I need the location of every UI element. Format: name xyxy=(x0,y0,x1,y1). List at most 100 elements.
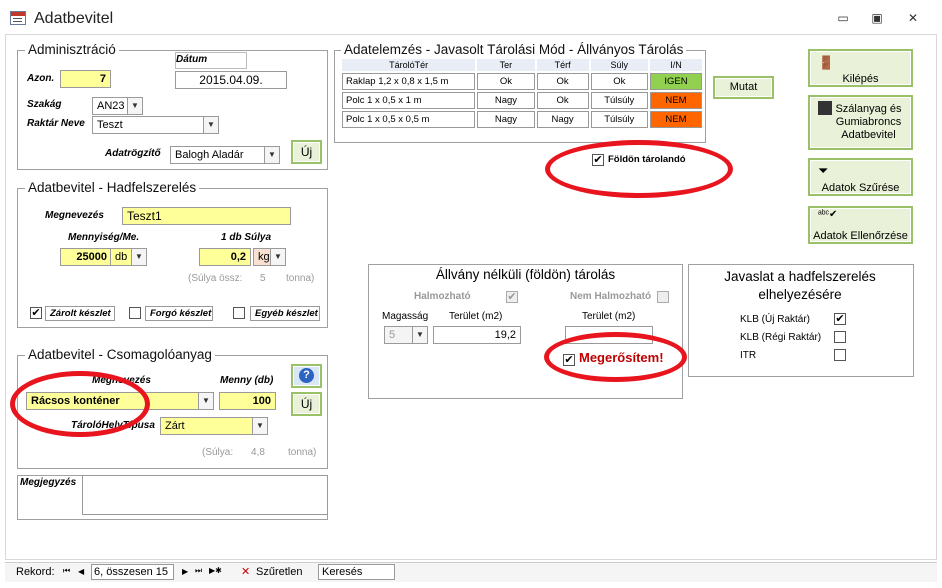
chevron-down-icon[interactable]: ▼ xyxy=(131,249,146,265)
ellenorzes-button[interactable]: ᵃᵇᶜ✔ Adatok Ellenőrzése xyxy=(808,206,913,244)
tarolohely-value: Zárt xyxy=(165,420,185,432)
table-header-cell: I/N xyxy=(649,59,702,71)
chevron-down-icon[interactable]: ▼ xyxy=(412,327,427,343)
terulet2-label: Terület (m2) xyxy=(582,311,636,322)
window-title: Adatbevitel xyxy=(34,10,114,27)
mutat-button[interactable]: Mutat xyxy=(713,76,774,99)
table-header-cell: Térf xyxy=(536,59,589,71)
suly-ossz-label: (Súlya össz: xyxy=(188,273,243,284)
search-input[interactable]: Keresés xyxy=(318,564,395,580)
zarolt-label: Zárolt készlet xyxy=(45,306,115,321)
terulet1-label: Terület (m2) xyxy=(449,311,503,322)
szalanyag-label: Szálanyag és Gumiabroncs Adatbevitel xyxy=(835,103,902,141)
table-cell: Nagy xyxy=(477,111,535,128)
kilepes-button[interactable]: 🚪 Kilépés xyxy=(808,49,913,87)
table-cell: Túlsúly xyxy=(590,111,648,128)
javaslat-checkbox[interactable] xyxy=(834,349,846,361)
table-row: Polc 1 x 0,5 x 0,5 m Nagy Nagy Túlsúly N… xyxy=(342,111,702,128)
mennyiseg-field[interactable]: 25000 xyxy=(60,248,112,266)
szakag-combo[interactable]: AN23 ▼ xyxy=(92,97,143,115)
next-record-icon[interactable]: ▶ xyxy=(182,567,188,576)
table-cell: Ok xyxy=(536,73,589,90)
chevron-down-icon[interactable]: ▼ xyxy=(127,98,142,114)
title-bar: Adatbevitel ▭ ▣ ✕ xyxy=(0,0,942,34)
mennyiseg-label: Mennyiség/Me. xyxy=(68,232,140,243)
chevron-down-icon[interactable]: ▼ xyxy=(203,117,218,133)
forgo-checkbox[interactable] xyxy=(129,307,141,319)
megjegyzes-field[interactable] xyxy=(82,475,328,515)
table-cell: Ok xyxy=(477,73,535,90)
chevron-down-icon[interactable]: ▼ xyxy=(198,393,213,409)
maximize-icon[interactable]: ▣ xyxy=(870,12,884,24)
previous-record-icon[interactable]: ◀ xyxy=(78,567,84,576)
adatrogzito-combo[interactable]: Balogh Aladár ▼ xyxy=(170,146,280,164)
floor-title: Állvány nélküli (földön) tárolás xyxy=(435,267,616,282)
terulet1-field[interactable]: 19,2 xyxy=(433,326,521,344)
table-row: Raklap 1,2 x 0,8 x 1,5 m Ok Ok Ok IGEN xyxy=(342,73,702,90)
last-record-icon[interactable]: ⏭ xyxy=(195,566,202,576)
csomag-suly-label: (Súlya: xyxy=(202,447,234,458)
suly-field[interactable]: 0,2 xyxy=(199,248,251,266)
csomag-menny-field[interactable]: 100 xyxy=(219,392,276,410)
exit-door-icon: 🚪 xyxy=(818,55,835,70)
azon-field[interactable]: 7 xyxy=(60,70,111,88)
raktar-combo[interactable]: Teszt ▼ xyxy=(92,116,219,134)
highlight-circle xyxy=(10,371,150,437)
azon-label: Azon. xyxy=(27,73,55,84)
form-icon xyxy=(10,11,26,25)
suly-ossz-unit: tonna) xyxy=(286,273,315,284)
megnevezes-label: Megnevezés xyxy=(45,210,104,221)
highlight-circle xyxy=(545,140,733,198)
highlight-circle xyxy=(544,332,687,382)
tarolohely-combo[interactable]: Zárt ▼ xyxy=(160,417,268,435)
table-header-cell: Súly xyxy=(590,59,648,71)
halmozhato-checkbox[interactable]: ✔ xyxy=(506,291,518,303)
raktar-value: Teszt xyxy=(97,119,123,131)
mennyiseg-unit-combo[interactable]: db ▼ xyxy=(110,248,147,266)
javaslat-title: Javaslat a hadfelszerelés elhelyezésére xyxy=(724,269,876,302)
csomag-new-button[interactable]: Új xyxy=(291,392,322,416)
magassag-label: Magasság xyxy=(382,311,429,322)
status-cell-nem: NEM xyxy=(649,92,702,109)
record-position-field[interactable]: 6, összesen 15 xyxy=(91,564,174,580)
chevron-down-icon[interactable]: ▼ xyxy=(264,147,279,163)
megnevezes-field[interactable]: Teszt1 xyxy=(122,207,291,225)
magassag-combo[interactable]: 5 ▼ xyxy=(384,326,428,344)
first-record-icon[interactable]: ⏮ xyxy=(63,566,70,576)
filter-icon: ⏷ xyxy=(818,163,829,178)
nem-halmozhato-label: Nem Halmozható xyxy=(570,291,652,302)
table-header-cell: Ter xyxy=(477,59,535,71)
unfiltered-button[interactable]: Szűretlen xyxy=(256,566,302,578)
suly-unit-combo[interactable]: kg ▼ xyxy=(253,248,286,266)
szures-button[interactable]: ⏷ Adatok Szűrése xyxy=(808,158,913,196)
ellenorzes-label: Adatok Ellenőrzése xyxy=(813,230,908,242)
adatrogzito-label: Adatrögzítő xyxy=(105,148,161,159)
new-record-icon[interactable]: ▶✱ xyxy=(209,566,222,575)
szalanyag-button[interactable]: Szálanyag és Gumiabroncs Adatbevitel xyxy=(808,95,913,150)
table-header-row: TárolóTér Ter Térf Súly I/N xyxy=(342,59,702,71)
chevron-down-icon[interactable]: ▼ xyxy=(270,249,285,265)
szakag-label: Szakág xyxy=(27,99,62,110)
admin-title: Adminisztráció xyxy=(25,42,119,57)
analysis-table: TárolóTér Ter Térf Súly I/N Raklap 1,2 x… xyxy=(340,57,704,130)
csomag-menny-label: Menny (db) xyxy=(220,375,274,386)
datum-field[interactable]: 2015.04.09. xyxy=(175,71,287,89)
status-cell-nem: NEM xyxy=(649,111,702,128)
help-button[interactable]: ? xyxy=(291,364,322,388)
csomag-suly-value: 4,8 xyxy=(251,447,265,458)
nem-halmozhato-checkbox[interactable] xyxy=(657,291,669,303)
javaslat-checkbox[interactable]: ✔ xyxy=(834,313,846,325)
zarolt-checkbox[interactable]: ✔ xyxy=(30,307,42,319)
javaslat-checkbox[interactable] xyxy=(834,331,846,343)
table-cell: Nagy xyxy=(477,92,535,109)
forgo-label: Forgó készlet xyxy=(145,306,213,321)
egyeb-checkbox[interactable] xyxy=(233,307,245,319)
chevron-down-icon[interactable]: ▼ xyxy=(252,418,267,434)
close-icon[interactable]: ✕ xyxy=(906,12,920,24)
hadfelszereles-title: Adatbevitel - Hadfelszerelés xyxy=(25,180,200,195)
record-navigation-bar: Rekord: ⏮ ◀ 6, összesen 15 ▶ ⏭ ▶✱ ✕ Szűr… xyxy=(5,562,937,582)
csomag-suly-unit: tonna) xyxy=(288,447,317,458)
javaslat-item-label: ITR xyxy=(740,350,757,361)
minimize-icon[interactable]: ▭ xyxy=(836,12,850,24)
admin-new-button[interactable]: Új xyxy=(291,140,322,164)
